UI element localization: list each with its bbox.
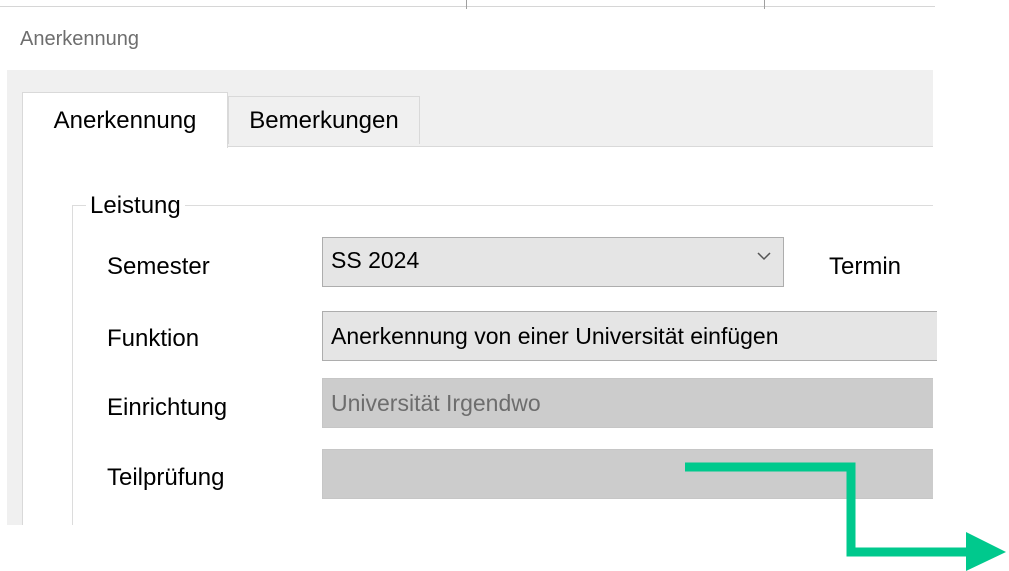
arrow-right-icon (685, 462, 1006, 571)
tab-anerkennung[interactable]: Anerkennung (22, 92, 228, 148)
